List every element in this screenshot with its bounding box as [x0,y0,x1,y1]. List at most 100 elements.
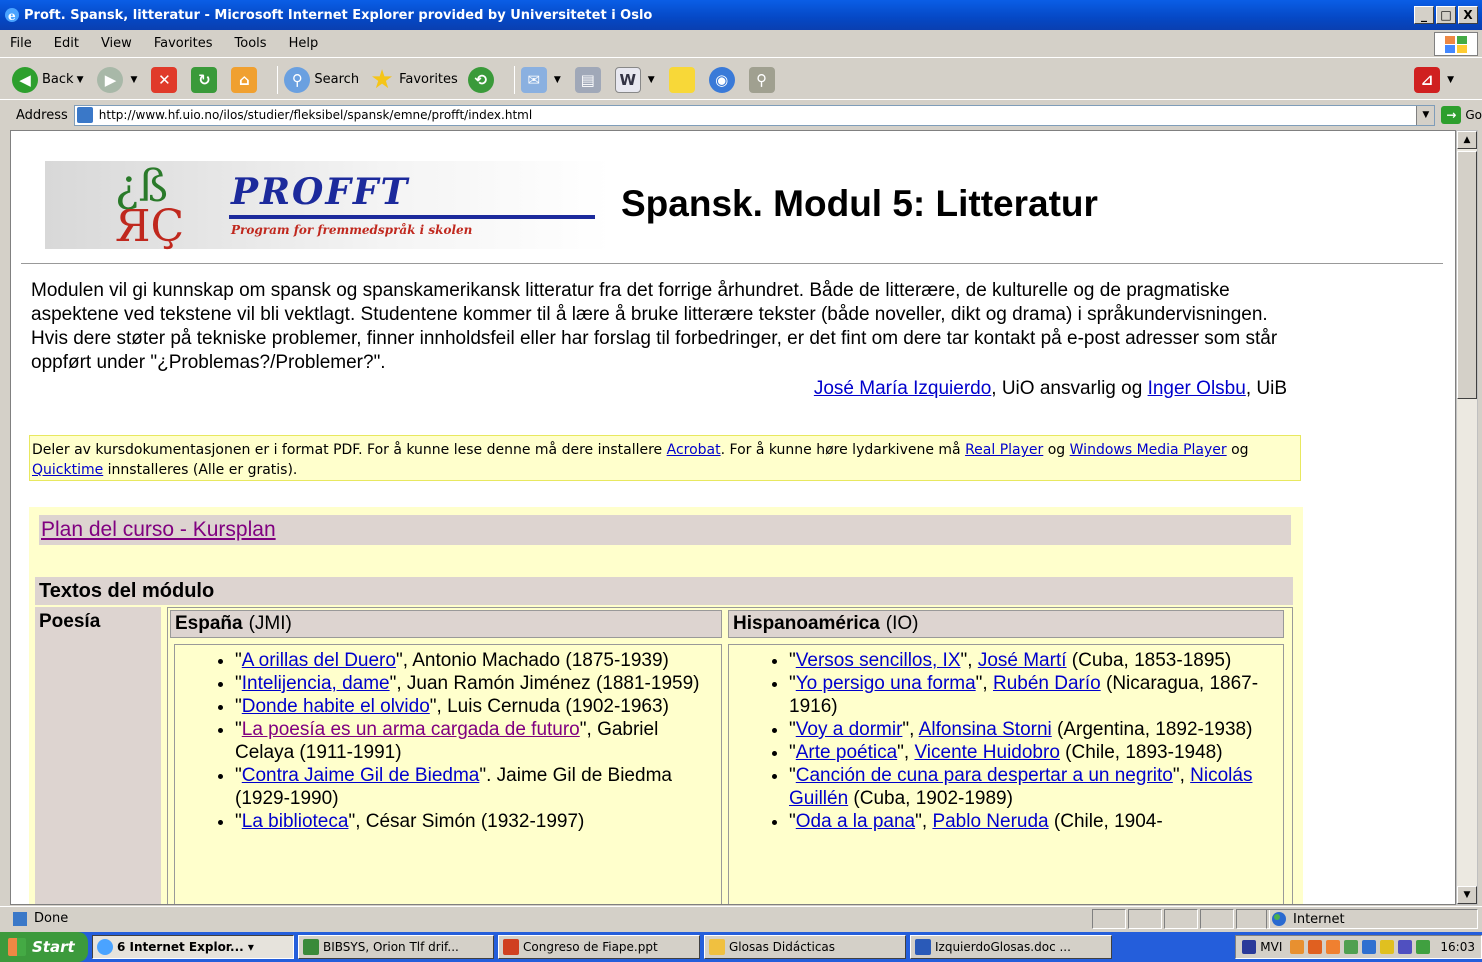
print-button[interactable]: ▤ [574,66,605,93]
pdf-button[interactable]: ⊿ ▼ [1414,66,1458,93]
go-label: Go [1465,108,1482,122]
menu-view[interactable]: View [101,36,132,51]
favorites-button[interactable]: ★ Favorites [369,65,457,95]
list-item: "A orillas del Duero", Antonio Machado (… [235,649,717,672]
poem-link[interactable]: Voy a dormir [796,719,903,740]
back-dropdown-icon[interactable]: ▼ [77,75,84,85]
status-cell [1128,909,1162,929]
start-button[interactable]: Start [0,932,88,962]
app-tray-icon[interactable] [1326,940,1341,954]
poem-link[interactable]: Versos sencillos, IX [796,650,961,671]
quote: " [789,650,796,671]
flower-tray-icon[interactable] [1380,940,1395,954]
home-button[interactable]: ⌂ [231,66,261,93]
quicktime-link[interactable]: Quicktime [32,462,103,478]
acrobat-link[interactable]: Acrobat [667,442,721,458]
poem-link[interactable]: Canción de cuna para despertar a un negr… [796,765,1173,786]
go-button[interactable]: → Go [1441,106,1482,124]
research-button[interactable]: ⚲ [748,66,779,93]
poem-details: (Chile, 1904- [1048,811,1163,832]
messenger-button[interactable]: ◉ [708,66,739,93]
menu-help[interactable]: Help [289,36,319,51]
app-tray-icon[interactable] [1308,940,1323,954]
poem-link[interactable]: Oda a la pana [796,811,915,832]
printer-icon: ▤ [574,66,601,93]
poem-link[interactable]: A orillas del Duero [242,650,396,671]
author-link[interactable]: Alfonsina Storni [919,719,1052,740]
hispano-list: "Versos sencillos, IX", José Martí (Cuba… [729,649,1279,833]
poem-details: (Argentina, 1892-1938) [1051,719,1253,740]
author-link[interactable]: Vicente Huidobro [914,742,1059,763]
maximize-button[interactable]: □ [1436,6,1456,24]
svg-text:e: e [8,9,16,23]
author-link[interactable]: Rubén Darío [993,673,1101,694]
address-url[interactable]: http://www.hf.uio.no/ilos/studier/fleksi… [99,108,532,122]
poem-link[interactable]: Yo persigo una forma [796,673,976,694]
task-glosas-folder[interactable]: Glosas Didácticas [704,935,906,959]
back-button[interactable]: ◀ Back ▼ [12,66,87,93]
nc-tray-icon[interactable] [1242,940,1257,954]
list-item: "Arte poética", Vicente Huidobro (Chile,… [789,741,1279,764]
notice-text: . For å kunne høre lydarkivene må [720,442,966,458]
status-cell [1164,909,1198,929]
refresh-button[interactable]: ↻ [191,66,221,93]
poem-link[interactable]: La biblioteca [242,811,349,832]
mail-dropdown-icon[interactable]: ▼ [554,75,561,85]
status-cell [1200,909,1234,929]
poem-author: ", César Simón (1932-1997) [348,811,585,832]
task-congreso-ppt[interactable]: Congreso de Fiape.ppt [498,935,700,959]
forward-button[interactable]: ▶ ▼ [97,66,141,93]
shield-tray-icon[interactable] [1398,940,1413,954]
author-link[interactable]: José Martí [978,650,1067,671]
history-button[interactable]: ⟲ [467,66,498,93]
mail-button[interactable]: ✉ ▼ [520,66,565,93]
edit-dropdown-icon[interactable]: ▼ [648,75,655,85]
task-internet-explorer[interactable]: 6 Internet Explor... ▾ [92,935,294,959]
messenger-tray-icon[interactable] [1362,940,1377,954]
java-tray-icon[interactable] [1290,940,1305,954]
menu-file[interactable]: File [10,36,32,51]
divider [21,263,1443,264]
windows-media-player-link[interactable]: Windows Media Player [1070,442,1227,458]
poem-author: ", Juan Ramón Jiménez (1881-1959) [389,673,700,694]
poem-details: (Chile, 1893-1948) [1059,742,1223,763]
scroll-up-icon[interactable]: ▲ [1457,131,1477,149]
forward-dropdown-icon[interactable]: ▼ [130,75,137,85]
discuss-button[interactable] [668,66,699,93]
task-izquierdo-doc[interactable]: IzquierdoGlosas.doc ... [910,935,1112,959]
plan-del-curso-link[interactable]: Plan del curso - Kursplan [41,518,276,542]
menu-favorites[interactable]: Favorites [154,36,213,51]
close-button[interactable]: X [1458,6,1478,24]
update-tray-icon[interactable] [1416,940,1431,954]
poem-link[interactable]: Arte poética [796,742,897,763]
task-label: Congreso de Fiape.ppt [523,940,658,954]
intro-paragraph: Modulen vil gi kunnskap om spansk og spa… [31,280,1278,373]
poem-link[interactable]: La poesía es un arma cargada de futuro [242,719,580,740]
task-bibsys[interactable]: BIBSYS, Orion Tlf drif... [298,935,494,959]
search-button[interactable]: ⚲ Search [284,66,359,93]
edit-button[interactable]: W ▼ [614,66,659,93]
list-item: "Yo persigo una forma", Rubén Darío (Nic… [789,672,1279,718]
network-tray-icon[interactable] [1344,940,1359,954]
status-cell [1236,909,1270,929]
address-input[interactable]: http://www.hf.uio.no/ilos/studier/fleksi… [73,104,1436,126]
address-dropdown-icon[interactable]: ▼ [1416,105,1435,125]
menu-edit[interactable]: Edit [54,36,79,51]
scroll-down-icon[interactable]: ▼ [1457,886,1477,904]
poem-link[interactable]: Contra Jaime Gil de Biedma [242,765,480,786]
author-link-izquierdo[interactable]: José María Izquierdo [814,378,991,399]
stop-button[interactable]: ✕ [151,66,181,93]
author-link[interactable]: Pablo Neruda [932,811,1048,832]
quote: " [235,765,242,786]
toolbar-separator [513,65,515,94]
author-link-olsbu[interactable]: Inger Olsbu [1148,378,1246,399]
scroll-thumb[interactable] [1457,151,1477,399]
poem-link[interactable]: Donde habite el olvido [242,696,430,717]
vertical-scrollbar[interactable]: ▲ ▼ [1456,130,1478,905]
pdf-dropdown-icon[interactable]: ▼ [1447,75,1454,85]
real-player-link[interactable]: Real Player [965,442,1043,458]
menu-tools[interactable]: Tools [235,36,267,51]
poem-link[interactable]: Intelijencia, dame [242,673,390,694]
separator-text: ", [897,742,915,763]
minimize-button[interactable]: _ [1414,6,1434,24]
